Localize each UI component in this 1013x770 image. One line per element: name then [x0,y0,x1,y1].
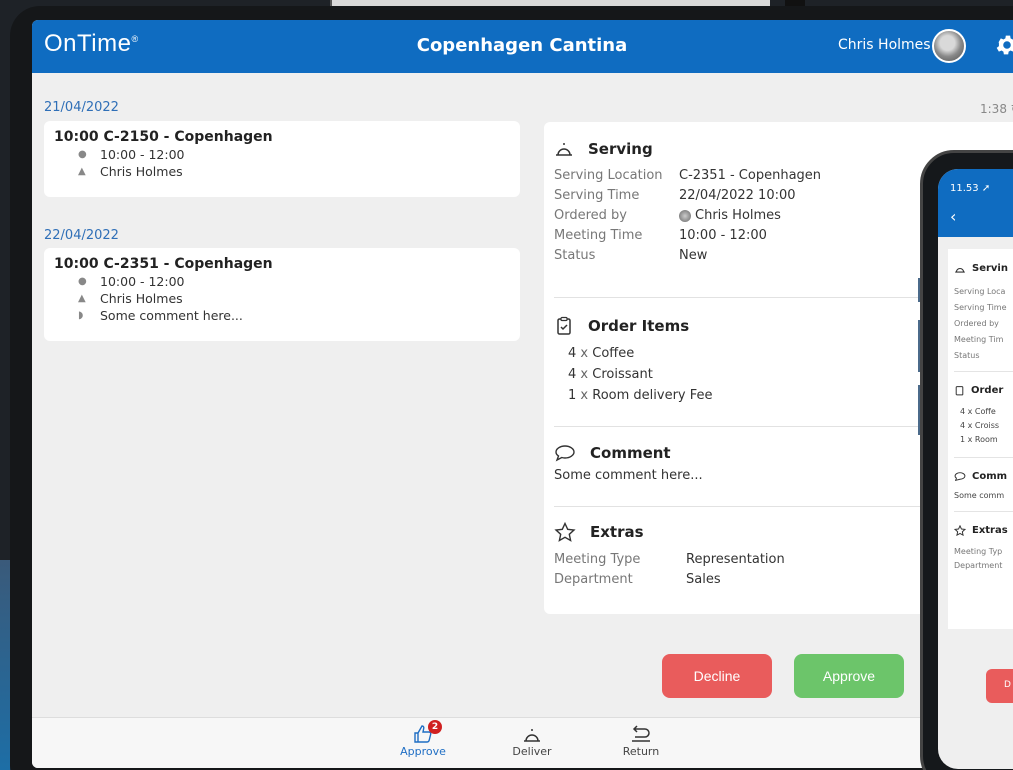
divider [954,457,1013,458]
booking-person: ▲ Chris Holmes [78,291,183,306]
divider [954,371,1013,372]
phone-row-label: Status [954,351,980,360]
person-icon: ▲ [78,166,86,177]
phone-extras-heading: Extras [954,525,1008,536]
star-icon [954,525,966,536]
phone-row-label: Meeting Tim [954,335,1004,344]
phone-comment-heading: Comm [954,471,1007,482]
user-name[interactable]: Chris Holmes [838,37,931,53]
avatar[interactable] [932,29,966,63]
list-item: 1 x Room [960,435,998,444]
tablet-device: OnTime® Copenhagen Cantina Chris Holmes … [10,6,1013,770]
tab-approve[interactable]: 2 Approve [388,720,458,758]
approve-button[interactable]: Approve [794,654,904,698]
phone-clock: 11.53 ➚ [950,183,991,194]
bell-icon [556,143,572,156]
clipboard-icon [557,316,571,335]
phone-comment-text: Some comm [954,491,1005,500]
speech-bubble-icon [555,445,575,462]
bell-icon [955,267,965,273]
star-icon [554,522,576,542]
sync-time: 1:38 ↻ [980,102,1013,116]
speech-bubble-icon [954,472,966,482]
phone-detail-card: Servin Serving Loca Serving Time Ordered… [948,249,1013,629]
person-icon: ▲ [78,293,86,304]
booking-time: ● 10:00 - 12:00 [78,147,185,162]
bottom-tab-bar: 2 Approve Deliver Return [32,717,1013,768]
tab-return[interactable]: Return [606,724,676,758]
phone-row-label: Meeting Typ [954,547,1003,556]
phone-row-label: Serving Loca [954,287,1006,296]
return-icon [632,725,650,742]
status-badge: New [679,248,708,263]
booking-person: ▲ Chris Holmes [78,164,183,179]
clock-icon: ● [78,149,87,160]
divider [954,511,1013,512]
gear-icon[interactable] [994,32,1013,58]
booking-comment: ◗ Some comment here... [78,308,243,323]
phone-row-label: Serving Time [954,303,1007,312]
phone-screen: 11.53 ➚ ‹ Servin Serving Loca Serving Ti… [938,169,1013,769]
phone-row-label: Department [954,561,1003,570]
avatar [679,209,691,222]
clipboard-icon [955,386,964,396]
decline-button[interactable]: Decline [662,654,772,698]
phone-decline-button[interactable]: D [986,669,1013,703]
tab-deliver[interactable]: Deliver [497,724,567,758]
phone-header: 11.53 ➚ ‹ [938,169,1013,237]
approve-count-badge: 2 [428,720,442,734]
date-header: 22/04/2022 [44,228,119,243]
clock-icon: ● [78,276,87,287]
phone-order-heading: Order [954,385,1003,396]
app-header: OnTime® Copenhagen Cantina Chris Holmes [32,20,1013,73]
list-item: 4 x Coffe [960,407,996,416]
bell-icon [524,729,540,742]
booking-title: 10:00 C-2150 - Copenhagen [54,129,273,145]
list-item: 4 x Croiss [960,421,1000,430]
tablet-screen: OnTime® Copenhagen Cantina Chris Holmes … [32,20,1013,768]
phone-row-label: Ordered by [954,319,999,328]
date-header: 21/04/2022 [44,100,119,115]
booking-time: ● 10:00 - 12:00 [78,274,185,289]
booking-title: 10:00 C-2351 - Copenhagen [54,256,273,272]
booking-card[interactable]: 10:00 C-2351 - Copenhagen ● 10:00 - 12:00… [44,248,520,341]
booking-card[interactable]: 10:00 C-2150 - Copenhagen ● 10:00 - 12:00… [44,121,520,197]
comment-icon: ◗ [78,310,84,321]
phone-device: 11.53 ➚ ‹ Servin Serving Loca Serving Ti… [920,150,1013,770]
phone-serving-heading: Servin [954,263,1008,274]
back-icon[interactable]: ‹ [950,207,956,226]
